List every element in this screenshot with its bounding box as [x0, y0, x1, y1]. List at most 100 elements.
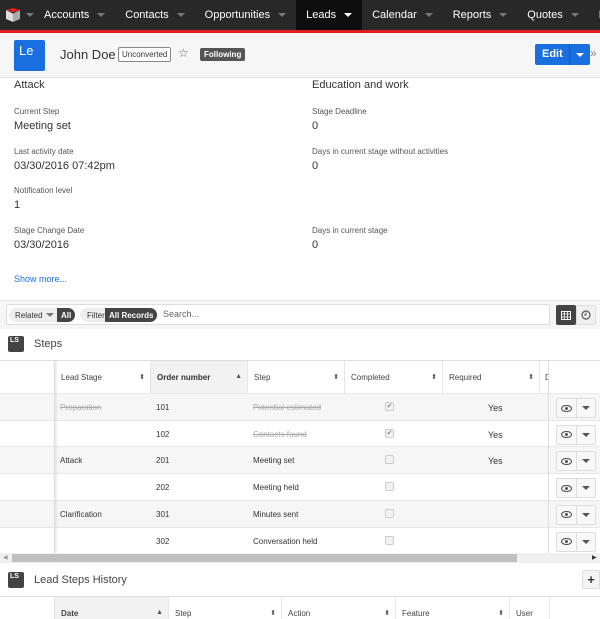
view-button[interactable]	[557, 479, 577, 498]
chevron-down-icon	[344, 13, 353, 17]
cell-required	[482, 501, 488, 527]
row-dropdown-button[interactable]	[577, 426, 596, 444]
star-icon[interactable]: ☆	[178, 46, 189, 60]
row-dropdown-button[interactable]	[577, 399, 596, 417]
module-badge: LS	[8, 336, 24, 352]
add-history-button[interactable]: +	[582, 570, 600, 589]
nav-leads[interactable]: Leads	[296, 0, 363, 30]
timeline-view-button[interactable]	[576, 305, 596, 325]
table-row[interactable]: Clarification 301 Minutes sent	[0, 499, 600, 527]
chevron-down-icon	[176, 13, 185, 17]
column-label: Step	[254, 373, 271, 382]
nav-documents[interactable]: Documents	[589, 0, 600, 30]
field-value: 03/30/2016 07:42pm	[14, 160, 115, 172]
col-lead-stage[interactable]: Lead Stage ⬍	[54, 361, 150, 394]
chevron-down-icon	[26, 13, 34, 17]
field-value: 0	[312, 160, 319, 172]
nav-calendar[interactable]: Calendar	[362, 0, 443, 30]
sort-icon: ⬍	[333, 374, 339, 381]
eye-icon	[560, 404, 572, 412]
horizontal-scrollbar[interactable]: ◀ ▶	[0, 553, 600, 563]
field-value: Education and work	[312, 79, 409, 91]
row-actions	[556, 424, 596, 445]
eye-icon	[560, 457, 572, 465]
scrollbar-thumb[interactable]	[12, 554, 517, 562]
col-required[interactable]: Required ⬍	[442, 361, 539, 394]
sort-icon: ⬍	[528, 374, 534, 381]
view-button[interactable]	[557, 425, 577, 444]
table-row[interactable]: 102 Contacts found ✔ Yes	[0, 419, 600, 447]
table-icon	[561, 310, 571, 320]
related-value[interactable]: All	[57, 308, 76, 322]
nav-accounts[interactable]: Accounts	[34, 0, 115, 30]
cell-order-number: 201	[156, 456, 170, 466]
completed-checkbox	[385, 508, 394, 518]
column-label: Required	[449, 373, 482, 382]
caret-down-icon	[45, 313, 54, 317]
view-button[interactable]	[557, 452, 577, 471]
completed-checkbox	[385, 455, 394, 465]
cell-required	[482, 474, 488, 500]
row-dropdown-button[interactable]	[577, 506, 596, 524]
field-label: Current Step	[14, 107, 60, 116]
row-dropdown-button[interactable]	[577, 452, 596, 470]
column-label: Order number	[157, 373, 211, 382]
completed-checkbox	[385, 482, 394, 492]
search-input[interactable]: Search...	[163, 309, 199, 319]
cell-step: Potential estimated	[253, 403, 322, 412]
col-step[interactable]: Step ⬍	[247, 361, 344, 394]
sort-icon: ⬍	[139, 374, 145, 381]
view-button[interactable]	[557, 505, 577, 524]
double-chevron-right-icon[interactable]: »	[590, 46, 597, 60]
edit-button[interactable]: Edit	[535, 44, 570, 65]
cell-required	[482, 528, 488, 554]
scroll-left-icon[interactable]: ◀	[3, 554, 8, 561]
list-view-button[interactable]	[556, 305, 576, 325]
field-label: Notification level	[14, 186, 73, 195]
col-feature[interactable]: Feature ⬍	[395, 597, 509, 619]
chevron-down-icon	[278, 13, 287, 17]
nav-quotes[interactable]: Quotes	[517, 0, 588, 30]
cell-lead-stage: Clarification	[60, 509, 102, 519]
following-button[interactable]: Following	[200, 48, 246, 61]
view-button[interactable]	[557, 532, 577, 551]
field-label: Days in current stage	[312, 226, 388, 235]
show-more-link[interactable]: Show more...	[14, 274, 67, 284]
edit-dropdown-button[interactable]	[570, 44, 590, 65]
col-action[interactable]: Action ⬍	[281, 597, 395, 619]
col-order-number[interactable]: Order number ▲	[150, 361, 247, 394]
filter-value[interactable]: All Records	[105, 308, 158, 322]
field-label: Stage Change Date	[14, 226, 85, 235]
app-logo-menu[interactable]	[0, 0, 34, 30]
col-user[interactable]: User	[509, 597, 549, 619]
scroll-right-icon[interactable]: ▶	[592, 554, 597, 561]
row-dropdown-button[interactable]	[577, 479, 596, 497]
row-actions	[556, 398, 596, 418]
table-row[interactable]: Attack 201 Meeting set Yes	[0, 446, 600, 474]
field-label: Stage Deadline	[312, 107, 367, 116]
nav-label: Reports	[452, 9, 492, 21]
row-dropdown-button[interactable]	[577, 533, 596, 551]
nav-contacts[interactable]: Contacts	[115, 0, 194, 30]
caret-down-icon	[581, 486, 590, 491]
nav-label: Calendar	[372, 9, 417, 21]
sort-asc-icon: ▲	[235, 373, 242, 380]
col-step[interactable]: Step ⬍	[168, 597, 281, 619]
table-row[interactable]: Preparation 101 Potential estimated ✔ Yes	[0, 393, 600, 420]
table-row[interactable]: 302 Conversation held	[0, 526, 600, 554]
row-actions	[556, 504, 596, 525]
col-completed[interactable]: Completed ⬍	[344, 361, 442, 394]
completed-checkbox: ✔	[385, 402, 394, 411]
view-button[interactable]	[557, 399, 577, 417]
nav-label: Leads	[306, 9, 337, 21]
field-current-step: Current Step Meeting set	[14, 107, 294, 132]
field-value: Attack	[14, 79, 45, 91]
col-date[interactable]: Date ▲	[54, 597, 168, 619]
table-row[interactable]: 202 Meeting held	[0, 473, 600, 501]
nav-reports[interactable]: Reports	[443, 0, 518, 30]
column-label: Lead Stage	[61, 373, 102, 382]
nav-opportunities[interactable]: Opportunities	[195, 0, 296, 30]
cell-step: Conversation held	[253, 536, 318, 546]
field-value: Meeting set	[14, 120, 71, 132]
record-header: Le John Doe Unconverted ☆ Following Edit…	[0, 33, 600, 78]
